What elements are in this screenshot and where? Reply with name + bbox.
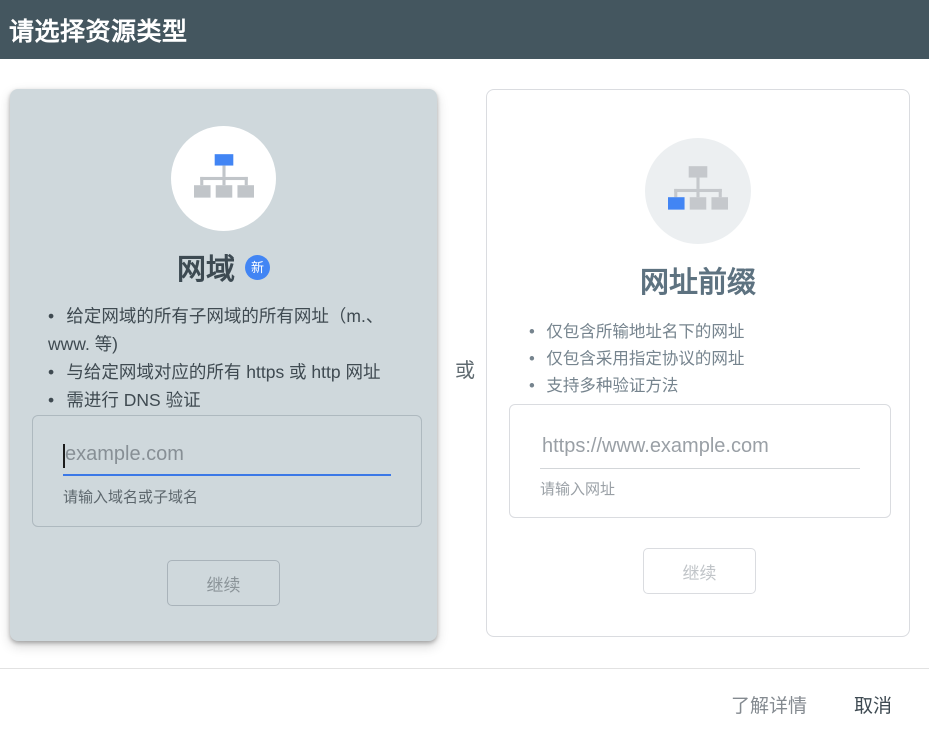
- url-prefix-input-helper: 请输入网址: [540, 481, 616, 498]
- domain-continue-button[interactable]: 继续: [167, 560, 280, 606]
- url-prefix-input-field: [540, 435, 860, 469]
- or-separator: 或: [455, 360, 475, 382]
- domain-feature-item: 需进行 DNS 验证: [48, 386, 413, 414]
- dialog-footer: 了解详情 取消: [731, 691, 892, 718]
- domain-card-title: 网域: [176, 254, 235, 286]
- learn-more-link[interactable]: 了解详情: [731, 691, 807, 718]
- sitemap-domain-icon: [193, 153, 254, 198]
- cancel-button[interactable]: 取消: [854, 691, 892, 718]
- domain-icon-circle: [171, 126, 276, 231]
- url-prefix-continue-button[interactable]: 继续: [643, 548, 756, 594]
- url-prefix-input[interactable]: [540, 435, 860, 469]
- select-property-type-dialog: 请选择资源类型 网域 新 给定网域的所有子网域的所有网址（m.、www. 等) …: [0, 0, 929, 729]
- domain-input-helper: 请输入域名或子域名: [63, 489, 199, 506]
- dialog-header: 请选择资源类型: [0, 0, 929, 59]
- url-prefix-icon-circle: [645, 138, 751, 244]
- footer-divider: [0, 668, 929, 669]
- domain-property-card[interactable]: 网域 新 给定网域的所有子网域的所有网址（m.、www. 等) 与给定网域对应的…: [10, 89, 437, 641]
- domain-title-row: 网域 新: [10, 246, 437, 288]
- domain-feature-list: 给定网域的所有子网域的所有网址（m.、www. 等) 与给定网域对应的所有 ht…: [48, 302, 413, 414]
- dialog-title: 请选择资源类型: [9, 17, 188, 46]
- url-prefix-input-panel: 请输入网址: [509, 404, 891, 518]
- domain-feature-item: 给定网域的所有子网域的所有网址（m.、www. 等): [48, 302, 413, 358]
- url-prefix-property-card[interactable]: 网址前缀 仅包含所输地址名下的网址 仅包含采用指定协议的网址 支持多种验证方法 …: [486, 89, 910, 637]
- sitemap-url-prefix-icon: [668, 166, 728, 210]
- domain-input-field: [63, 443, 391, 476]
- text-caret: [63, 444, 65, 468]
- url-prefix-card-title: 网址前缀: [639, 267, 756, 299]
- new-badge: 新: [245, 254, 270, 280]
- url-prefix-feature-item: 仅包含所输地址名下的网址: [529, 319, 885, 346]
- domain-input-panel: 请输入域名或子域名: [32, 415, 422, 527]
- url-prefix-feature-list: 仅包含所输地址名下的网址 仅包含采用指定协议的网址 支持多种验证方法: [529, 319, 885, 400]
- url-prefix-feature-item: 仅包含采用指定协议的网址: [529, 346, 885, 373]
- domain-feature-item: 与给定网域对应的所有 https 或 http 网址: [48, 358, 413, 386]
- url-prefix-title-row: 网址前缀: [487, 259, 909, 301]
- url-prefix-feature-item: 支持多种验证方法: [529, 373, 885, 400]
- domain-input[interactable]: [63, 443, 391, 476]
